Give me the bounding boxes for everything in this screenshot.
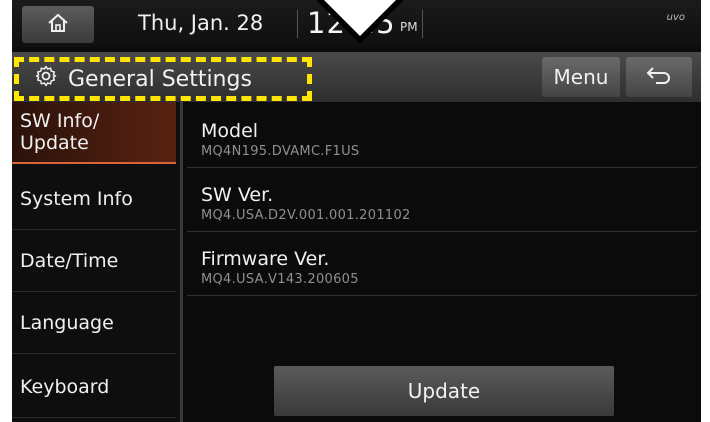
sidebar-item-date-time[interactable]: Date/Time <box>12 230 176 292</box>
highlight-annotation <box>14 57 312 101</box>
row-title: Model <box>201 120 259 142</box>
settings-sidebar: SW Info/ Update System Info Date/Time La… <box>12 102 180 422</box>
info-row-model: Model MQ4N195.DVAMC.F1US <box>187 108 697 168</box>
info-row-firmware-version: Firmware Ver. MQ4.USA.V143.200605 <box>187 236 697 296</box>
pointer-arrow-fill <box>322 0 398 36</box>
status-date: Thu, Jan. 28 <box>138 11 264 35</box>
status-divider <box>422 10 423 38</box>
home-button[interactable] <box>22 6 94 43</box>
row-value: MQ4.USA.D2V.001.001.201102 <box>201 208 411 223</box>
infotainment-screen: Thu, Jan. 28 12:25 PM uvo General Settin… <box>12 0 701 422</box>
sidebar-item-sw-info-update[interactable]: SW Info/ Update <box>12 102 176 164</box>
sidebar-item-system-info[interactable]: System Info <box>12 168 176 230</box>
update-button[interactable]: Update <box>274 366 614 416</box>
sidebar-item-language[interactable]: Language <box>12 292 176 354</box>
info-row-sw-version: SW Ver. MQ4.USA.D2V.001.001.201102 <box>187 172 697 232</box>
home-icon <box>47 12 69 38</box>
back-arrow-icon <box>646 65 672 89</box>
status-divider <box>297 10 298 38</box>
row-value: MQ4.USA.V143.200605 <box>201 272 359 287</box>
back-button[interactable] <box>626 57 692 97</box>
menu-button[interactable]: Menu <box>542 57 620 97</box>
sidebar-item-keyboard[interactable]: Keyboard <box>12 356 176 418</box>
row-value: MQ4N195.DVAMC.F1US <box>201 144 360 159</box>
uvo-signal-icon: uvo <box>666 12 685 23</box>
sidebar-divider <box>180 102 183 422</box>
row-title: Firmware Ver. <box>201 248 330 270</box>
row-title: SW Ver. <box>201 184 274 206</box>
